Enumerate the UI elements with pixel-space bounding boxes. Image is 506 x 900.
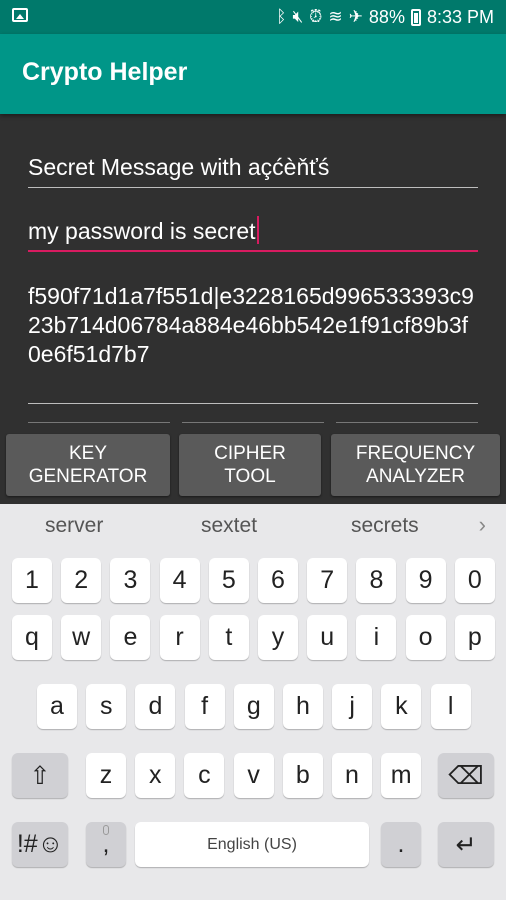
key-3[interactable]: 3	[110, 558, 151, 603]
message-text: Secret Message with açćèňťś	[28, 154, 330, 180]
key-1[interactable]: 1	[12, 558, 52, 603]
key-t[interactable]: t	[208, 615, 249, 660]
mute-icon: 🔇︎	[292, 7, 304, 27]
suggestion-3[interactable]: secrets	[351, 514, 419, 538]
frequency-analyzer-button[interactable]: FREQUENCY ANALYZER	[331, 434, 500, 496]
space-key[interactable]: English (US)	[135, 822, 369, 867]
key-2[interactable]: 2	[61, 558, 102, 603]
key-c[interactable]: c	[184, 753, 225, 798]
key-u[interactable]: u	[307, 615, 348, 660]
symbols-key[interactable]: !#☺	[12, 822, 68, 867]
soft-keyboard: server sextet secrets › 1234567890 qwerty…	[0, 504, 506, 900]
clock: 8:33 PM	[426, 6, 494, 27]
key-7[interactable]: 7	[307, 558, 348, 603]
key-f[interactable]: f	[184, 684, 225, 729]
chevron-right-icon[interactable]: ›	[479, 512, 486, 538]
key-a[interactable]: a	[37, 684, 77, 729]
key-0[interactable]: 0	[454, 558, 495, 603]
suggestion-1[interactable]: server	[45, 514, 103, 538]
key-6[interactable]: 6	[258, 558, 298, 603]
backspace-key[interactable]: ⌫	[438, 753, 494, 798]
enter-key[interactable]: ↵	[438, 822, 494, 867]
key-p[interactable]: p	[454, 615, 495, 660]
password-input[interactable]: my password is secret	[28, 216, 478, 252]
key-4[interactable]: 4	[159, 558, 200, 603]
key-s[interactable]: s	[86, 684, 127, 729]
gallery-icon	[12, 8, 28, 22]
battery-icon	[410, 8, 421, 26]
hidden-field-underlines	[28, 422, 478, 426]
alarm-icon: ⏰︎	[309, 7, 323, 27]
key-l[interactable]: l	[430, 684, 471, 729]
output-field[interactable]: f590f71d1a7f551d|e3228165d996533393c923b…	[28, 282, 478, 404]
password-text: my password is secret	[28, 218, 256, 244]
text-cursor	[256, 216, 259, 244]
shift-key[interactable]: ⇧	[12, 753, 68, 798]
key-n[interactable]: n	[332, 753, 372, 798]
key-9[interactable]: 9	[405, 558, 446, 603]
airplane-icon: ✈︎	[348, 7, 363, 27]
suggestion-strip: server sextet secrets ›	[0, 504, 506, 548]
tool-buttons: KEY GENERATOR CIPHER TOOL FREQUENCY ANAL…	[0, 432, 506, 502]
cipher-tool-button[interactable]: CIPHER TOOL	[179, 434, 321, 496]
key-v[interactable]: v	[233, 753, 274, 798]
key-q[interactable]: q	[12, 615, 52, 660]
app-title: Crypto Helper	[22, 58, 188, 86]
key-d[interactable]: d	[135, 684, 176, 729]
key-i[interactable]: i	[356, 615, 397, 660]
key-m[interactable]: m	[381, 753, 422, 798]
key-y[interactable]: y	[258, 615, 298, 660]
period-key[interactable]: .	[381, 822, 421, 867]
key-5[interactable]: 5	[208, 558, 249, 603]
key-b[interactable]: b	[282, 753, 323, 798]
status-icons: ᛒ 🔇︎ ⏰︎ ≋ ✈︎ 88% 8:33 PM	[276, 0, 494, 34]
key-w[interactable]: w	[61, 615, 102, 660]
key-h[interactable]: h	[283, 684, 323, 729]
key-z[interactable]: z	[86, 753, 126, 798]
key-g[interactable]: g	[233, 684, 274, 729]
key-r[interactable]: r	[159, 615, 200, 660]
key-k[interactable]: k	[381, 684, 422, 729]
status-bar: ᛒ 🔇︎ ⏰︎ ≋ ✈︎ 88% 8:33 PM	[0, 0, 506, 34]
suggestion-2[interactable]: sextet	[201, 514, 257, 538]
key-8[interactable]: 8	[356, 558, 397, 603]
key-o[interactable]: o	[405, 615, 446, 660]
bluetooth-icon: ᛒ	[276, 7, 287, 27]
key-e[interactable]: e	[110, 615, 151, 660]
comma-key[interactable]: ,	[86, 822, 126, 867]
key-generator-button[interactable]: KEY GENERATOR	[6, 434, 170, 496]
mic-icon	[103, 825, 109, 835]
key-j[interactable]: j	[332, 684, 373, 729]
output-text: f590f71d1a7f551d|e3228165d996533393c923b…	[28, 283, 474, 367]
message-input[interactable]: Secret Message with açćèňťś	[28, 154, 478, 188]
wifi-icon: ≋	[328, 7, 343, 27]
key-x[interactable]: x	[135, 753, 176, 798]
battery-percent: 88%	[368, 6, 405, 27]
app-bar: Crypto Helper	[0, 34, 506, 114]
